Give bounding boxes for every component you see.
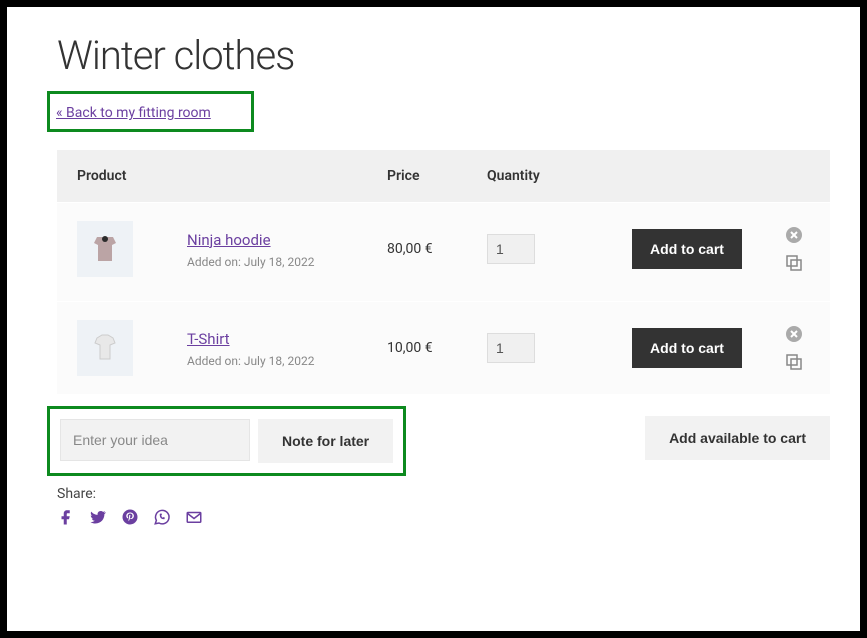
remove-icon[interactable] [786,326,802,342]
pinterest-icon[interactable] [121,508,139,530]
product-name-link[interactable]: T-Shirt [187,330,230,348]
back-to-fitting-room-link[interactable]: « Back to my fitting room [56,105,211,121]
compare-icon[interactable] [786,255,802,271]
product-thumbnail[interactable] [77,221,133,277]
product-thumbnail[interactable] [77,320,133,376]
back-link-highlight: « Back to my fitting room [47,91,254,132]
quantity-input[interactable] [487,234,535,264]
price-value: 80,00 € [387,241,487,257]
compare-icon[interactable] [786,354,802,370]
product-meta: T-Shirt Added on: July 18, 2022 [187,329,387,368]
tshirt-icon [85,328,125,368]
facebook-icon[interactable] [57,508,75,530]
email-icon[interactable] [185,508,203,530]
idea-input[interactable] [60,419,250,461]
added-on-label: Added on: July 18, 2022 [187,354,387,368]
product-meta: Ninja hoodie Added on: July 18, 2022 [187,230,387,269]
page-title: Winter clothes [57,32,830,79]
note-highlight: Note for later [47,406,406,476]
price-value: 10,00 € [387,340,487,356]
table-row: Ninja hoodie Added on: July 18, 2022 80,… [57,202,830,295]
hoodie-icon [85,229,125,269]
add-to-cart-button[interactable]: Add to cart [632,328,742,368]
share-label: Share: [57,486,96,502]
table-row: T-Shirt Added on: July 18, 2022 10,00 € … [57,301,830,394]
wishlist-table: Product Price Quantity Ninja hoodie Adde… [57,150,830,394]
added-on-label: Added on: July 18, 2022 [187,255,387,269]
header-quantity: Quantity [487,168,607,184]
product-name-link[interactable]: Ninja hoodie [187,231,271,249]
header-price: Price [387,168,487,184]
add-to-cart-button[interactable]: Add to cart [632,229,742,269]
table-header: Product Price Quantity [57,150,830,202]
header-product: Product [77,168,387,184]
twitter-icon[interactable] [89,508,107,530]
quantity-input[interactable] [487,333,535,363]
remove-icon[interactable] [786,227,802,243]
whatsapp-icon[interactable] [153,508,171,530]
note-for-later-button[interactable]: Note for later [258,419,393,463]
add-available-to-cart-button[interactable]: Add available to cart [645,416,830,460]
